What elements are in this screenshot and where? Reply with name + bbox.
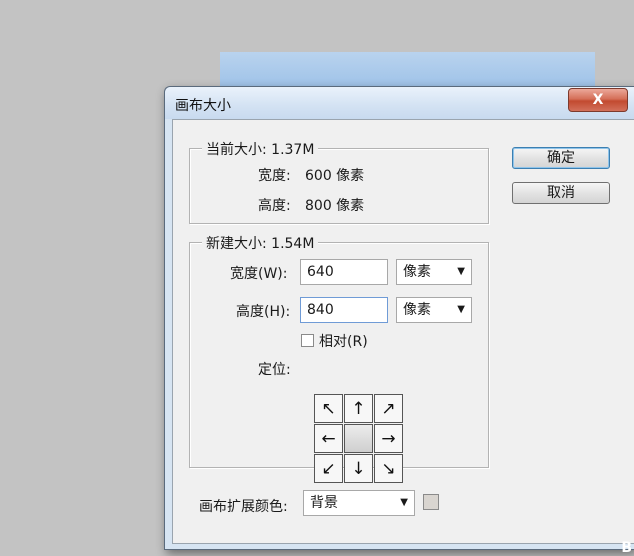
chevron-down-icon: ▼ — [457, 304, 465, 315]
corner-watermark: B — [621, 540, 632, 556]
current-size-legend: 当前大小: 1.37M — [202, 139, 319, 159]
new-size-legend: 新建大小: 1.54M — [202, 233, 319, 253]
current-height-value: 800 像素 — [305, 198, 365, 214]
new-width-label: 宽度(W): — [230, 266, 288, 282]
ok-button[interactable]: 确定 — [512, 147, 610, 169]
current-width-label: 宽度: — [258, 168, 291, 184]
extension-color-select[interactable]: 背景 ▼ — [303, 490, 415, 516]
anchor-left[interactable]: ← — [314, 424, 343, 453]
arrow-right-icon: → — [381, 428, 396, 449]
dialog-content: 当前大小: 1.37M 宽度: 600 像素 高度: 800 像素 新建大小: … — [172, 119, 634, 544]
anchor-top-right[interactable]: ↗ — [374, 394, 403, 423]
current-height-label: 高度: — [258, 198, 291, 214]
title-bar[interactable]: 画布大小 X — [165, 87, 634, 119]
arrow-up-right-icon: ↗ — [381, 398, 396, 419]
chevron-down-icon: ▼ — [400, 497, 408, 508]
extension-color-value: 背景 — [310, 495, 338, 511]
close-button[interactable]: X — [568, 88, 628, 112]
current-size-group: 当前大小: 1.37M 宽度: 600 像素 高度: 800 像素 — [189, 139, 489, 224]
current-width-value: 600 像素 — [305, 168, 365, 184]
width-unit-select[interactable]: 像素 ▼ — [396, 259, 472, 285]
height-unit-select[interactable]: 像素 ▼ — [396, 297, 472, 323]
close-icon: X — [592, 92, 604, 108]
extension-color-swatch[interactable] — [423, 494, 439, 510]
anchor-right[interactable]: → — [374, 424, 403, 453]
arrow-left-icon: ← — [321, 428, 336, 449]
anchor-bottom-right[interactable]: ↘ — [374, 454, 403, 483]
cancel-button[interactable]: 取消 — [512, 182, 610, 204]
width-input[interactable]: 640 — [300, 259, 388, 285]
anchor-center[interactable] — [344, 424, 373, 453]
arrow-down-right-icon: ↘ — [381, 458, 396, 479]
new-height-label: 高度(H): — [236, 304, 291, 320]
chevron-down-icon: ▼ — [457, 266, 465, 277]
extension-color-label: 画布扩展颜色: — [199, 499, 288, 515]
arrow-down-left-icon: ↙ — [321, 458, 336, 479]
relative-checkbox[interactable] — [301, 334, 314, 347]
height-unit-value: 像素 — [403, 302, 431, 318]
anchor-bottom-left[interactable]: ↙ — [314, 454, 343, 483]
dialog-title: 画布大小 — [175, 98, 231, 114]
anchor-grid: ↖ ↑ ↗ ← → ↙ ↓ ↘ — [314, 394, 404, 484]
canvas-size-dialog: 画布大小 X 当前大小: 1.37M 宽度: 600 像素 高度: 800 像素… — [164, 86, 634, 550]
arrow-up-left-icon: ↖ — [321, 398, 336, 419]
anchor-top-left[interactable]: ↖ — [314, 394, 343, 423]
anchor-label: 定位: — [258, 362, 291, 378]
arrow-down-icon: ↓ — [351, 458, 366, 479]
width-unit-value: 像素 — [403, 264, 431, 280]
arrow-up-icon: ↑ — [351, 398, 366, 419]
relative-label[interactable]: 相对(R) — [319, 331, 368, 351]
anchor-top[interactable]: ↑ — [344, 394, 373, 423]
height-input[interactable]: 840 — [300, 297, 388, 323]
anchor-bottom[interactable]: ↓ — [344, 454, 373, 483]
